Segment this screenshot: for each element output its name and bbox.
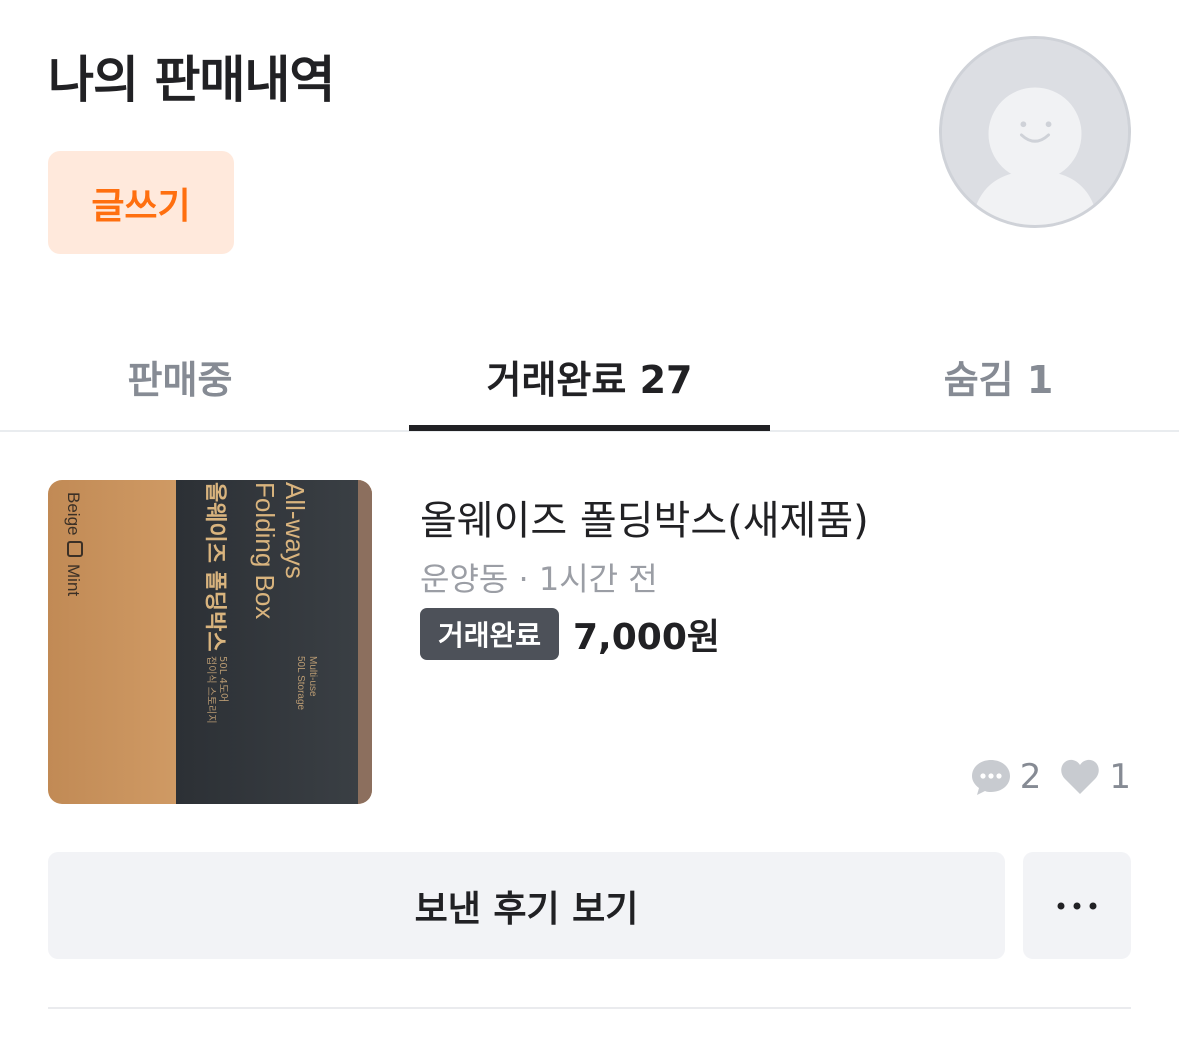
tab-bar: 판매중 거래완료 27 숨김 1 bbox=[0, 320, 1179, 432]
heart-icon bbox=[1059, 756, 1101, 798]
item-meta: 운양동 · 1시간 전 bbox=[420, 560, 658, 598]
default-avatar-icon bbox=[942, 39, 1128, 225]
status-badge: 거래완료 bbox=[420, 608, 560, 660]
item-counts: 2 1 bbox=[970, 756, 1131, 798]
image-text-spec-en-1: Multi-use bbox=[307, 656, 318, 697]
image-text-beige: Beige bbox=[64, 492, 83, 535]
tab-completed[interactable]: 거래완료 27 bbox=[409, 320, 770, 432]
image-text-brand-en-2: Folding Box bbox=[250, 482, 280, 619]
write-button[interactable]: 글쓰기 bbox=[48, 151, 234, 254]
item-title[interactable]: 올웨이즈 폴딩박스(새제품) bbox=[420, 488, 869, 546]
image-text-brand-en-1: All-ways bbox=[280, 482, 310, 579]
more-horizontal-icon bbox=[1057, 902, 1097, 909]
product-image: Beige Mint All-ways Folding Box 올웨이즈 폴딩박… bbox=[48, 480, 372, 804]
item-thumbnail[interactable]: Beige Mint All-ways Folding Box 올웨이즈 폴딩박… bbox=[48, 480, 372, 804]
item-price: 7,000원 bbox=[573, 617, 720, 658]
list-item[interactable]: Beige Mint All-ways Folding Box 올웨이즈 폴딩박… bbox=[48, 480, 1131, 804]
page-title: 나의 판매내역 bbox=[48, 51, 335, 109]
image-text-spec-en-2: 50L Storage bbox=[295, 656, 306, 711]
image-text-spec-ko-1: 50L 4도어 bbox=[217, 656, 229, 702]
image-text-spec-ko-2: 접이식 스토리지 bbox=[205, 656, 217, 724]
more-options-button[interactable] bbox=[1023, 852, 1131, 959]
tab-hidden[interactable]: 숨김 1 bbox=[818, 320, 1179, 432]
list-divider bbox=[48, 1007, 1131, 1009]
chat-count: 2 bbox=[1019, 757, 1042, 797]
view-review-button[interactable]: 보낸 후기 보기 bbox=[48, 852, 1005, 959]
avatar[interactable] bbox=[939, 36, 1131, 228]
tab-selling[interactable]: 판매중 bbox=[0, 320, 360, 432]
image-text-mint: Mint bbox=[64, 564, 83, 596]
chat-bubble-icon bbox=[970, 756, 1012, 798]
active-tab-indicator bbox=[409, 425, 770, 431]
like-count: 1 bbox=[1109, 757, 1131, 797]
image-text-brand-ko: 올웨이즈 폴딩박스 bbox=[202, 482, 227, 652]
